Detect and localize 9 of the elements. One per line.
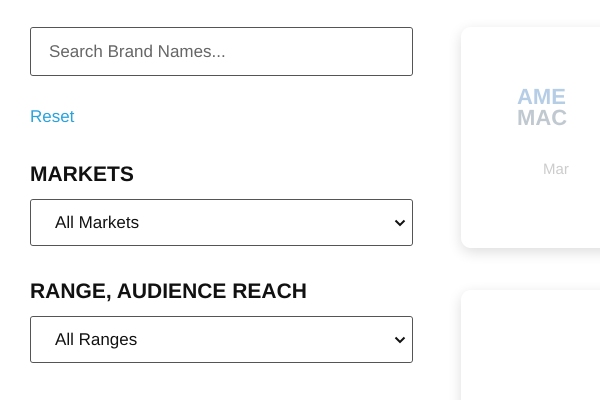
chevron-down-icon xyxy=(394,218,406,226)
brand-logo-text: MAC xyxy=(517,108,568,129)
filter-heading: RANGE, AUDIENCE REACH xyxy=(30,280,308,304)
chevron-down-icon xyxy=(394,336,406,344)
brand-logo-text: AME xyxy=(517,87,566,108)
filter-dropdown[interactable]: All Ranges xyxy=(30,316,413,363)
filter-dropdown[interactable]: All Markets xyxy=(30,199,413,246)
filter-heading: MARKETS xyxy=(30,163,135,187)
search-field[interactable]: Search Brand Names... xyxy=(30,27,413,76)
